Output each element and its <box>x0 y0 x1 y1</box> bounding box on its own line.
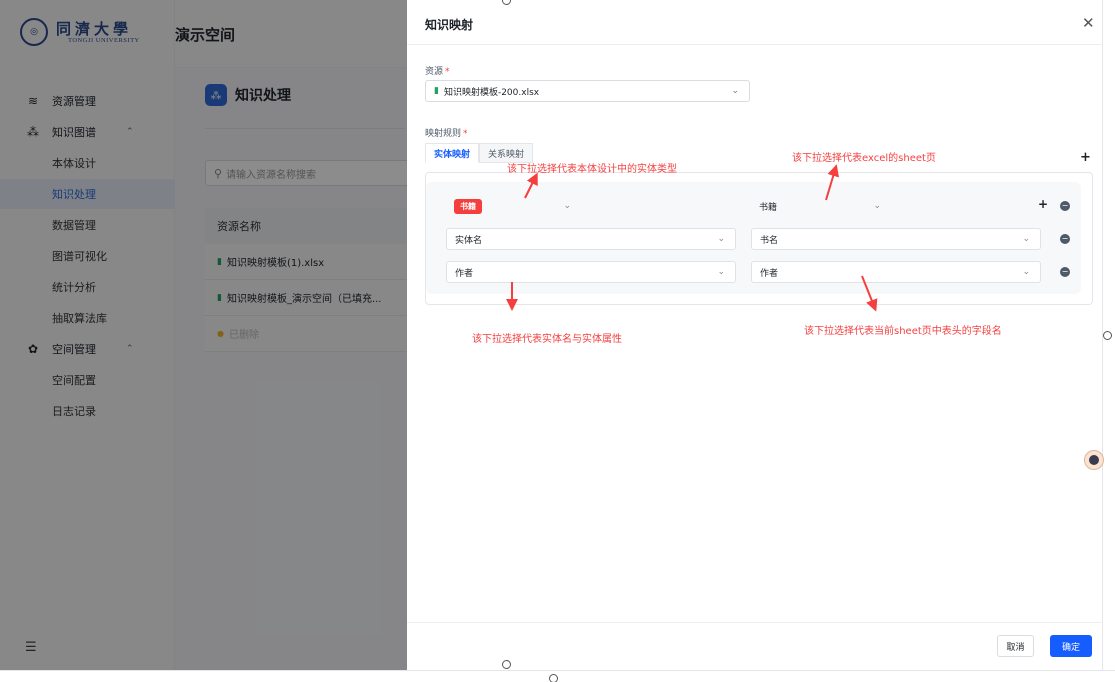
chevron-down-icon: ⌄ <box>717 267 725 277</box>
remove-row-icon[interactable]: − <box>1060 234 1070 244</box>
sheet-select-value: 书籍 <box>759 202 778 213</box>
add-mapping-icon[interactable]: + <box>1080 150 1091 165</box>
tab-entity-mapping[interactable]: 实体映射 <box>425 143 480 163</box>
source-label-text: 资源 <box>425 67 444 77</box>
source-select[interactable]: ▮ 知识映射模板-200.xlsx ⌄ <box>425 80 750 102</box>
cancel-button[interactable]: 取消 <box>997 635 1034 657</box>
annotation-entity-attr: 该下拉选择代表实体名与实体属性 <box>472 334 622 345</box>
annotation-header-field: 该下拉选择代表当前sheet页中表头的字段名 <box>804 326 1002 337</box>
rules-label: 映射规则 * <box>425 126 468 139</box>
source-select-value: 知识映射模板-200.xlsx <box>443 87 540 98</box>
chevron-down-icon: ⌄ <box>717 234 725 244</box>
divider <box>407 44 1102 45</box>
excel-file-icon: ▮ <box>434 86 439 96</box>
chevron-down-icon: ⌄ <box>1022 234 1030 244</box>
source-label: 资源 * <box>425 64 450 77</box>
header-field-select[interactable]: 作者 ⌄ <box>751 261 1041 283</box>
resize-handle[interactable] <box>502 0 511 5</box>
add-row-icon[interactable]: + <box>1038 197 1048 211</box>
entity-field-select[interactable]: 作者 ⌄ <box>446 261 736 283</box>
entity-type-tag: 书籍 <box>454 198 482 214</box>
entity-field-value: 实体名 <box>455 235 483 246</box>
avatar-icon <box>1089 455 1099 465</box>
chevron-down-icon: ⌄ <box>1022 267 1030 277</box>
divider <box>407 622 1102 623</box>
entity-field-value: 作者 <box>455 268 474 279</box>
knowledge-mapping-drawer: 知识映射 ✕ 资源 * ▮ 知识映射模板-200.xlsx ⌄ 映射规则 * 实体映… <box>407 0 1102 682</box>
modal-overlay[interactable] <box>0 0 407 670</box>
entity-field-select[interactable]: 实体名 ⌄ <box>446 228 736 250</box>
sheet-select[interactable]: 书籍 ⌄ <box>751 195 891 217</box>
remove-rule-icon[interactable]: − <box>1060 201 1070 211</box>
header-field-value: 书名 <box>760 235 779 246</box>
annotation-sheet: 该下拉选择代表excel的sheet页 <box>792 153 936 164</box>
header-field-select[interactable]: 书名 ⌄ <box>751 228 1041 250</box>
header-field-value: 作者 <box>760 268 779 279</box>
chevron-down-icon: ⌄ <box>563 201 571 211</box>
required-mark: * <box>463 129 468 139</box>
mapping-panel: 书籍 ⌄ 书籍 ⌄ + − 实体名 ⌄ 书名 ⌄ − 作者 ⌄ 作者 ⌄ − <box>425 172 1093 305</box>
drawer-title: 知识映射 <box>425 18 474 32</box>
remove-row-icon[interactable]: − <box>1060 267 1070 277</box>
resize-handle[interactable] <box>549 674 558 682</box>
rules-label-text: 映射规则 <box>425 129 462 139</box>
resize-handle[interactable] <box>502 660 511 669</box>
annotation-entity-type: 该下拉选择代表本体设计中的实体类型 <box>507 164 677 175</box>
mapping-rule-block: 书籍 ⌄ 书籍 ⌄ + − 实体名 ⌄ 书名 ⌄ − 作者 ⌄ 作者 ⌄ − <box>426 182 1081 294</box>
required-mark: * <box>445 67 450 77</box>
resize-handle[interactable] <box>1103 331 1112 340</box>
assistant-avatar[interactable] <box>1084 450 1104 470</box>
confirm-button[interactable]: 确定 <box>1050 635 1092 657</box>
chevron-down-icon: ⌄ <box>873 201 881 211</box>
entity-type-select[interactable]: 书籍 ⌄ <box>446 195 581 217</box>
close-icon[interactable]: ✕ <box>1082 14 1095 32</box>
chevron-down-icon: ⌄ <box>731 86 739 96</box>
